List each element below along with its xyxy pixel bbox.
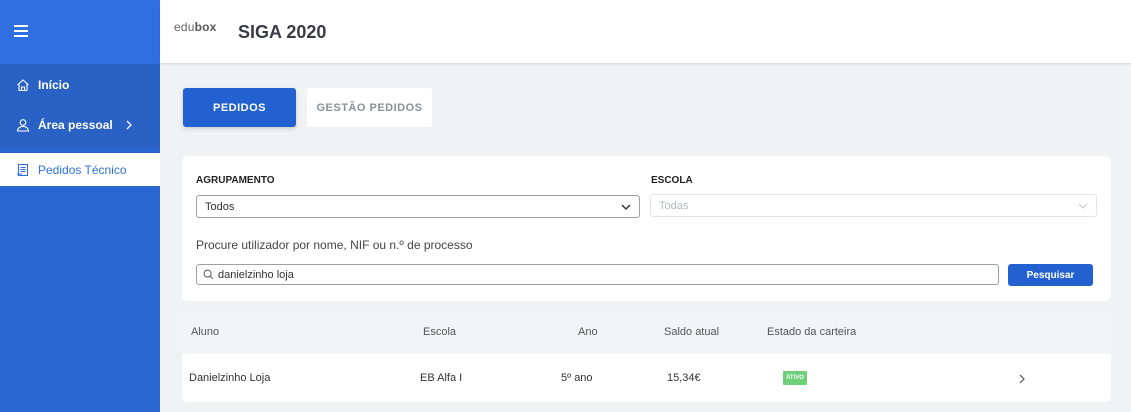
- column-header-saldo: Saldo atual: [664, 326, 720, 338]
- user-icon: [16, 119, 30, 132]
- results-table: Aluno Escola Ano Saldo atual Estado da c…: [182, 312, 1111, 402]
- chevron-right-icon: [126, 120, 132, 130]
- hamburger-icon[interactable]: [14, 25, 28, 37]
- escola-select: Todas: [650, 194, 1097, 217]
- cell-saldo: 15,34€: [667, 372, 701, 384]
- search-icon: [203, 269, 214, 280]
- chevron-down-icon: [621, 204, 631, 210]
- search-button[interactable]: Pesquisar: [1008, 264, 1093, 286]
- tab-gestao-pedidos[interactable]: GESTÃO PEDIDOS: [307, 88, 432, 127]
- sidebar-item-pedidos-tecnico[interactable]: Pedidos Técnico: [0, 153, 160, 186]
- search-label: Procure utilizador por nome, NIF ou n.º …: [196, 238, 473, 252]
- sidebar: Início Área pessoal Pedidos Técnico: [0, 0, 160, 412]
- chevron-down-icon: [1078, 203, 1088, 209]
- app-title: SIGA 2020: [238, 22, 327, 42]
- sidebar-group: Início Área pessoal: [0, 64, 160, 148]
- sidebar-item-inicio[interactable]: Início: [0, 72, 160, 98]
- sidebar-item-label: Pedidos Técnico: [38, 162, 127, 177]
- table-header: Aluno Escola Ano Saldo atual Estado da c…: [182, 312, 1111, 354]
- search-field[interactable]: [196, 264, 999, 285]
- column-header-estado: Estado da carteira: [767, 326, 857, 338]
- document-icon: [17, 163, 29, 176]
- logo-box-text: box: [194, 20, 217, 34]
- search-input[interactable]: [218, 268, 978, 281]
- chevron-right-icon[interactable]: [1018, 373, 1026, 385]
- agrupamento-label: AGRUPAMENTO: [196, 175, 275, 186]
- agrupamento-value: Todos: [205, 200, 235, 213]
- home-icon: [17, 79, 29, 92]
- status-badge: ATIVO: [783, 371, 807, 385]
- column-header-aluno: Aluno: [191, 326, 220, 338]
- sidebar-item-area-pessoal[interactable]: Área pessoal: [0, 112, 160, 138]
- escola-value: Todas: [659, 199, 689, 212]
- cell-escola: EB Alfa I: [420, 372, 463, 384]
- cell-ano: 5º ano: [561, 372, 593, 384]
- tab-pedidos[interactable]: PEDIDOS: [183, 88, 296, 127]
- sidebar-header: [0, 0, 160, 64]
- sidebar-item-label: Área pessoal: [38, 118, 113, 132]
- cell-aluno: Danielzinho Loja: [189, 372, 271, 384]
- logo-edu-text: edu: [174, 20, 195, 34]
- agrupamento-select[interactable]: Todos: [196, 195, 640, 218]
- top-bar: edubox SIGA 2020: [160, 0, 1131, 64]
- escola-label: ESCOLA: [651, 175, 693, 186]
- column-header-escola: Escola: [423, 326, 457, 338]
- edubox-logo: edubox: [174, 20, 217, 34]
- column-header-ano: Ano: [578, 326, 598, 338]
- sidebar-item-label: Início: [38, 78, 70, 92]
- filter-card: AGRUPAMENTO Todos ESCOLA Todas Procure u…: [182, 156, 1111, 301]
